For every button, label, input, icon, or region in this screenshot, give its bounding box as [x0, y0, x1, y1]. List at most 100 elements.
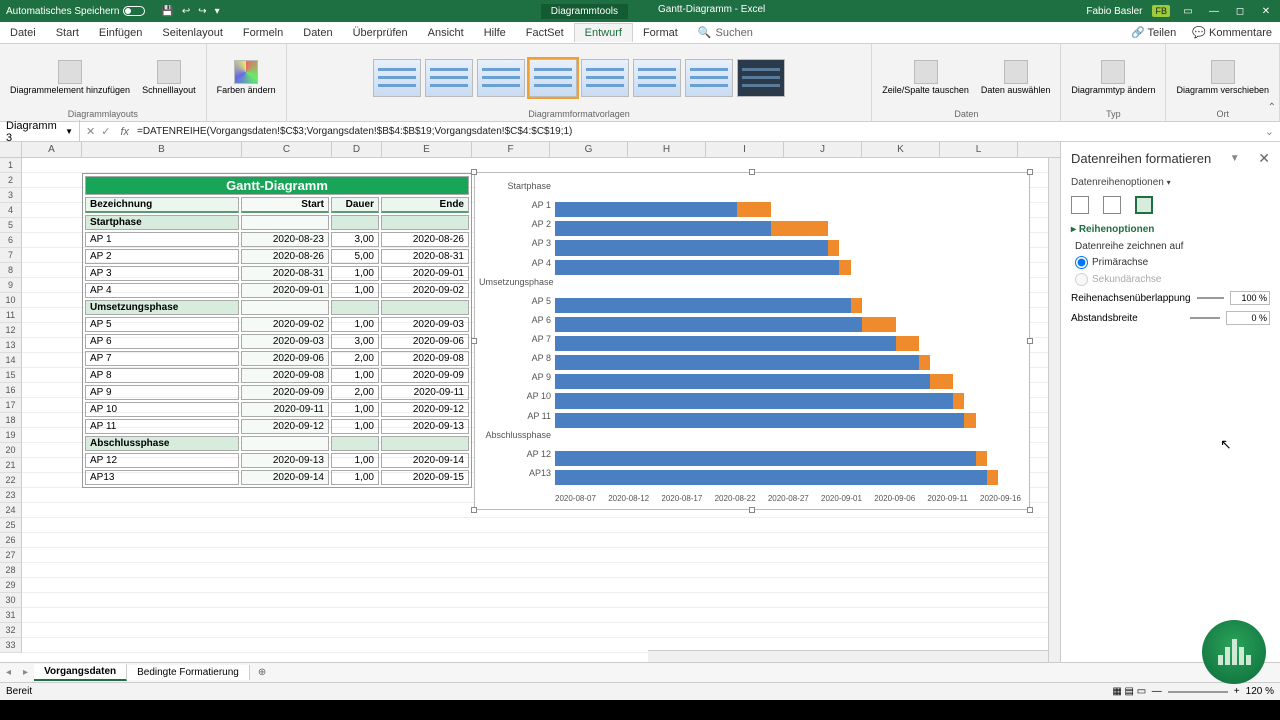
task-name-cell[interactable]: AP 9 [85, 385, 239, 400]
bar-row[interactable] [555, 317, 1021, 332]
duration-bar[interactable] [851, 298, 862, 313]
table-header-ende[interactable]: Ende [381, 197, 469, 213]
offset-bar[interactable] [555, 317, 862, 332]
start-cell[interactable]: 2020-09-08 [241, 368, 329, 383]
row-header[interactable]: 22 [0, 473, 22, 488]
category-label[interactable]: AP 5 [479, 296, 551, 306]
task-name-cell[interactable]: AP 4 [85, 283, 239, 298]
category-label[interactable]: AP 11 [479, 411, 551, 421]
start-cell[interactable]: 2020-09-12 [241, 419, 329, 434]
table-row[interactable]: AP 52020-09-021,002020-09-03 [85, 317, 469, 332]
offset-bar[interactable] [555, 374, 930, 389]
bar-row[interactable] [555, 451, 1021, 466]
row-header[interactable]: 30 [0, 593, 22, 608]
duration-bar[interactable] [771, 221, 828, 236]
row-header[interactable]: 21 [0, 458, 22, 473]
change-colors-button[interactable]: Farben ändern [213, 58, 280, 98]
table-row[interactable]: AP 32020-08-311,002020-09-01 [85, 266, 469, 281]
pane-subtitle[interactable]: Datenreihenoptionen [1071, 177, 1164, 188]
chevron-down-icon[interactable]: ▼ [65, 127, 73, 136]
row-header[interactable]: 9 [0, 278, 22, 293]
duration-cell[interactable]: 2,00 [331, 351, 379, 366]
offset-bar[interactable] [555, 260, 839, 275]
table-header-bezeichnung[interactable]: Bezeichnung [85, 197, 239, 213]
bar-row[interactable] [555, 298, 1021, 313]
table-row[interactable]: Startphase [85, 215, 469, 230]
gantt-data-table[interactable]: Gantt-Diagramm Bezeichnung Start Dauer E… [82, 173, 472, 488]
duration-bar[interactable] [930, 374, 953, 389]
x-tick-label[interactable]: 2020-09-01 [821, 494, 862, 503]
tab-ansicht[interactable]: Ansicht [418, 24, 474, 42]
resize-handle[interactable] [471, 338, 477, 344]
duration-bar[interactable] [919, 355, 930, 370]
offset-bar[interactable] [555, 470, 987, 485]
category-label[interactable]: Abschlussphase [479, 430, 551, 440]
duration-cell[interactable]: 1,00 [331, 402, 379, 417]
end-cell[interactable]: 2020-09-11 [381, 385, 469, 400]
category-label[interactable]: AP 8 [479, 353, 551, 363]
table-row[interactable]: AP 12020-08-233,002020-08-26 [85, 232, 469, 247]
row-header[interactable]: 14 [0, 353, 22, 368]
fx-icon[interactable]: fx [116, 126, 133, 138]
row-header[interactable]: 24 [0, 503, 22, 518]
row-header[interactable]: 33 [0, 638, 22, 653]
sheet-nav-prev-icon[interactable]: ◂ [0, 667, 17, 678]
duration-bar[interactable] [839, 260, 850, 275]
table-row[interactable]: AP 92020-09-092,002020-09-11 [85, 385, 469, 400]
column-headers[interactable]: A B C D E F G H I J K L [0, 142, 1060, 158]
col-header-j[interactable]: J [784, 142, 862, 157]
minimize-icon[interactable]: — [1206, 6, 1222, 17]
row-header[interactable]: 13 [0, 338, 22, 353]
zoom-in-icon[interactable]: + [1234, 686, 1240, 697]
vertical-scrollbar[interactable] [1048, 158, 1060, 662]
toggle-off-icon[interactable] [123, 6, 145, 16]
start-cell[interactable]: 2020-09-13 [241, 453, 329, 468]
table-row[interactable]: AP 22020-08-265,002020-08-31 [85, 249, 469, 264]
tell-me-search[interactable]: 🔍 Suchen [688, 26, 763, 39]
bar-row[interactable] [555, 355, 1021, 370]
x-tick-label[interactable]: 2020-09-11 [927, 494, 967, 503]
task-name-cell[interactable]: AP 3 [85, 266, 239, 281]
duration-cell[interactable]: 1,00 [331, 453, 379, 468]
phase-cell[interactable]: Umsetzungsphase [85, 300, 239, 315]
chart-style-2[interactable] [425, 59, 473, 97]
start-cell[interactable]: 2020-09-09 [241, 385, 329, 400]
resize-handle[interactable] [471, 507, 477, 513]
sheet-tab-vorgangsdaten[interactable]: Vorgangsdaten [34, 664, 127, 681]
start-cell[interactable]: 2020-09-03 [241, 334, 329, 349]
sheet-tab-bedingte[interactable]: Bedingte Formatierung [127, 665, 250, 680]
primary-axis-radio[interactable]: Primärachse [1061, 254, 1280, 271]
user-avatar[interactable]: FB [1152, 5, 1170, 17]
row-header[interactable]: 29 [0, 578, 22, 593]
collapse-section-icon[interactable]: ▸ [1071, 224, 1076, 235]
resize-handle[interactable] [1027, 169, 1033, 175]
cancel-formula-icon[interactable]: ✕ [86, 125, 95, 138]
resize-handle[interactable] [471, 169, 477, 175]
end-cell[interactable]: 2020-09-14 [381, 453, 469, 468]
switch-row-column-button[interactable]: Zeile/Spalte tauschen [878, 58, 973, 98]
row-header[interactable]: 11 [0, 308, 22, 323]
end-cell[interactable]: 2020-09-06 [381, 334, 469, 349]
end-cell[interactable]: 2020-08-31 [381, 249, 469, 264]
duration-bar[interactable] [953, 393, 964, 408]
task-name-cell[interactable]: AP 5 [85, 317, 239, 332]
duration-cell[interactable]: 3,00 [331, 232, 379, 247]
redo-icon[interactable]: ↪ [198, 6, 206, 17]
category-label[interactable]: AP 10 [479, 391, 551, 401]
duration-cell[interactable]: 1,00 [331, 419, 379, 434]
chart-style-5[interactable] [581, 59, 629, 97]
row-header[interactable]: 25 [0, 518, 22, 533]
select-all-corner[interactable] [0, 142, 22, 157]
row-header[interactable]: 12 [0, 323, 22, 338]
category-label[interactable]: Umsetzungsphase [479, 277, 551, 287]
row-header[interactable]: 28 [0, 563, 22, 578]
start-cell[interactable]: 2020-08-31 [241, 266, 329, 281]
chart-style-6[interactable] [633, 59, 681, 97]
view-page-layout-icon[interactable]: ▤ [1125, 686, 1134, 697]
x-tick-label[interactable]: 2020-08-17 [661, 494, 702, 503]
table-row[interactable]: Abschlussphase [85, 436, 469, 451]
task-name-cell[interactable]: AP 7 [85, 351, 239, 366]
offset-bar[interactable] [555, 413, 964, 428]
chart-styles-gallery[interactable] [373, 59, 785, 97]
duration-bar[interactable] [964, 413, 975, 428]
